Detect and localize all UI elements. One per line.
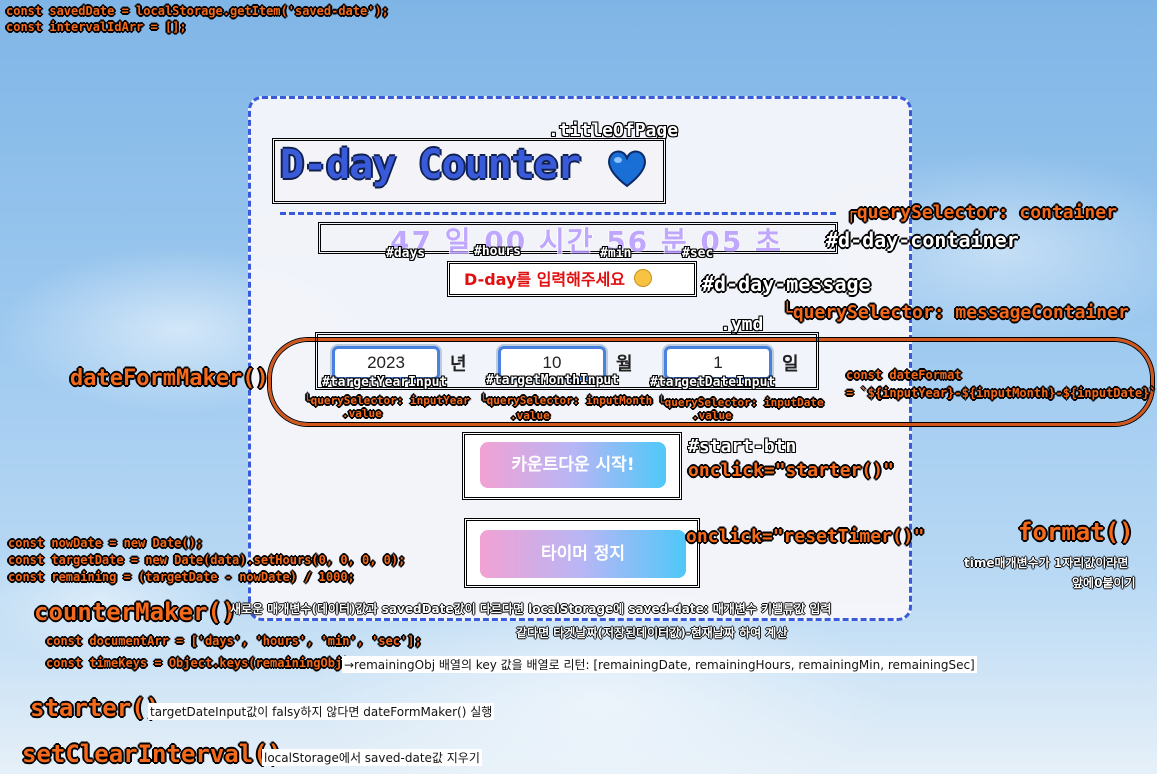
label-date-value: .value: [692, 409, 732, 422]
label-onclick-reset: onclick="resetTimer()": [686, 526, 925, 547]
label-min: #min: [600, 246, 632, 261]
page-title: D-day Counter: [280, 142, 581, 188]
code-now-date: const nowDate = new Date();: [8, 536, 204, 550]
code-interval-arr: const intervalIdArr = [];: [6, 20, 187, 34]
code-target-date: const targetDate = new Date(data).setHou…: [8, 553, 406, 567]
label-month-value: .value: [510, 409, 550, 422]
note-starter: targetDateInput값이 falsy하지 않다면 dateFormMa…: [148, 703, 495, 720]
label-dday-message: #d-day-message: [702, 272, 871, 296]
note-counter-2: 같다면 타겟날짜(저장된데이터값)-현재날짜 하여 계산: [516, 626, 788, 640]
func-counter-maker: counterMaker(): [34, 598, 237, 626]
dday-display: 47 일 00 시간 56 분 05 초: [390, 225, 783, 258]
label-hours: #hours: [474, 244, 521, 259]
note-clear: localStorage에서 saved-date값 지우기: [262, 749, 482, 766]
stop-button[interactable]: 타이머 정지: [480, 530, 686, 578]
func-format: format(): [1018, 518, 1134, 546]
code-time-keys: const timeKeys = Object.keys(remainingOb…: [46, 656, 357, 670]
label-onclick-starter: onclick="starter()": [688, 460, 894, 481]
unit-date: 일: [782, 354, 799, 375]
note-format-2: 앞에0붙이기: [1072, 576, 1136, 590]
code-saved-date: const savedDate = localStorage.getItem('…: [6, 4, 389, 18]
dday-message: D-day를 입력해주세요: [464, 266, 652, 290]
label-start-btn: #start-btn: [688, 436, 797, 457]
smile-emoji-icon: [633, 269, 652, 287]
label-dday-container: #d-day-container: [826, 228, 1019, 252]
func-set-clear-interval: setClearInterval(): [22, 740, 283, 768]
start-button[interactable]: 카운트다운 시작!: [480, 442, 666, 488]
title-divider: [280, 212, 836, 215]
label-query-message: └querySelector: messageContainer: [782, 302, 1129, 323]
dday-message-text: D-day를 입력해주세요: [464, 270, 626, 289]
label-qs-month: └querySelector: inputMonth: [480, 394, 653, 407]
note-date-format-2: = `${inputYear}-${inputMonth}-${inputDat…: [846, 386, 1157, 400]
unit-year: 년: [450, 354, 467, 375]
note-date-format-1: const dateFormat: [846, 368, 962, 382]
note-format-1: time매개변수가 1자리값이라면: [964, 556, 1129, 570]
label-target-date: #targetDateInput: [650, 375, 776, 390]
func-starter: starter(): [30, 694, 161, 722]
note-counter-1: 새로운 매개변수(데이터)값과 savedDate값이 다르다면 localSt…: [230, 602, 832, 616]
label-qs-date: └querySelector: inputDate: [658, 396, 824, 409]
label-target-month: #targetMonthInput: [486, 373, 620, 388]
blue-heart-icon: [608, 150, 646, 188]
code-document-arr: const documentArr = ['days', 'hours', 'm…: [46, 634, 422, 648]
label-year-value: .value: [342, 407, 382, 420]
label-qs-year: └querySelector: inputYear: [304, 394, 470, 407]
note-keys: →remainingObj 배열의 key 값을 배열로 리턴: [remain…: [342, 656, 977, 673]
func-date-form-maker: dateFormMaker(): [70, 366, 269, 391]
label-query-container: ┌querySelector: container: [846, 202, 1117, 223]
label-target-year: #targetYearInput: [322, 375, 448, 390]
label-sec: #sec: [682, 246, 714, 261]
code-remaining: const remaining = (targetDate - nowDate)…: [8, 570, 355, 584]
label-days: #days: [386, 246, 426, 261]
